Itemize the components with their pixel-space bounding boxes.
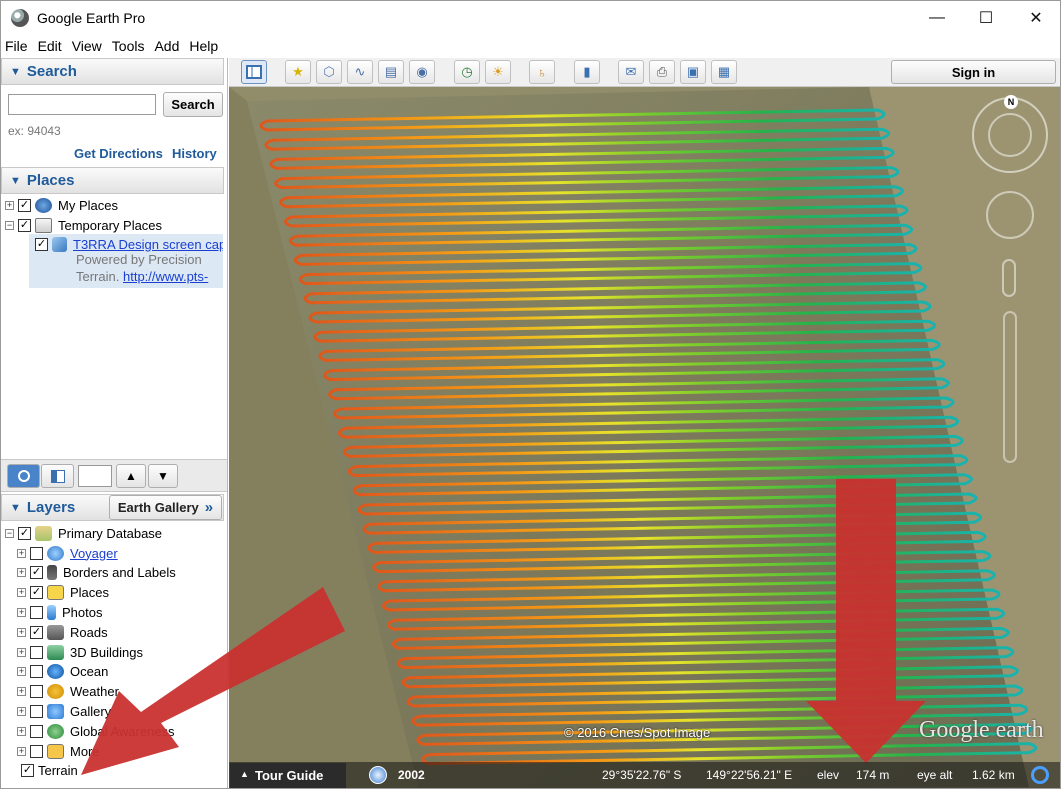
- historical-clock-icon[interactable]: [369, 766, 387, 784]
- elevation-value: 174 m: [856, 768, 890, 782]
- chevron-up-icon: ▲: [240, 769, 249, 779]
- eye-altitude-label: eye alt: [917, 768, 953, 782]
- imagery-year: 2002: [398, 768, 425, 782]
- tour-guide-button[interactable]: ▲ Tour Guide: [230, 763, 346, 788]
- loading-indicator-icon: [1031, 766, 1049, 784]
- elevation-label: elev: [817, 768, 840, 782]
- longitude-readout: 149°22'56.21" E: [706, 768, 793, 782]
- red-arrow-down-left: [81, 587, 345, 775]
- tour-guide-label: Tour Guide: [255, 768, 324, 783]
- red-arrow-down: [806, 479, 926, 763]
- google-earth-window: Google Earth Pro — ☐ ✕ File Edit View To…: [0, 0, 1061, 789]
- latitude-readout: 29°35'22.76" S: [602, 768, 682, 782]
- annotation-arrows: [81, 479, 926, 775]
- eye-altitude-value: 1.62 km: [972, 768, 1015, 782]
